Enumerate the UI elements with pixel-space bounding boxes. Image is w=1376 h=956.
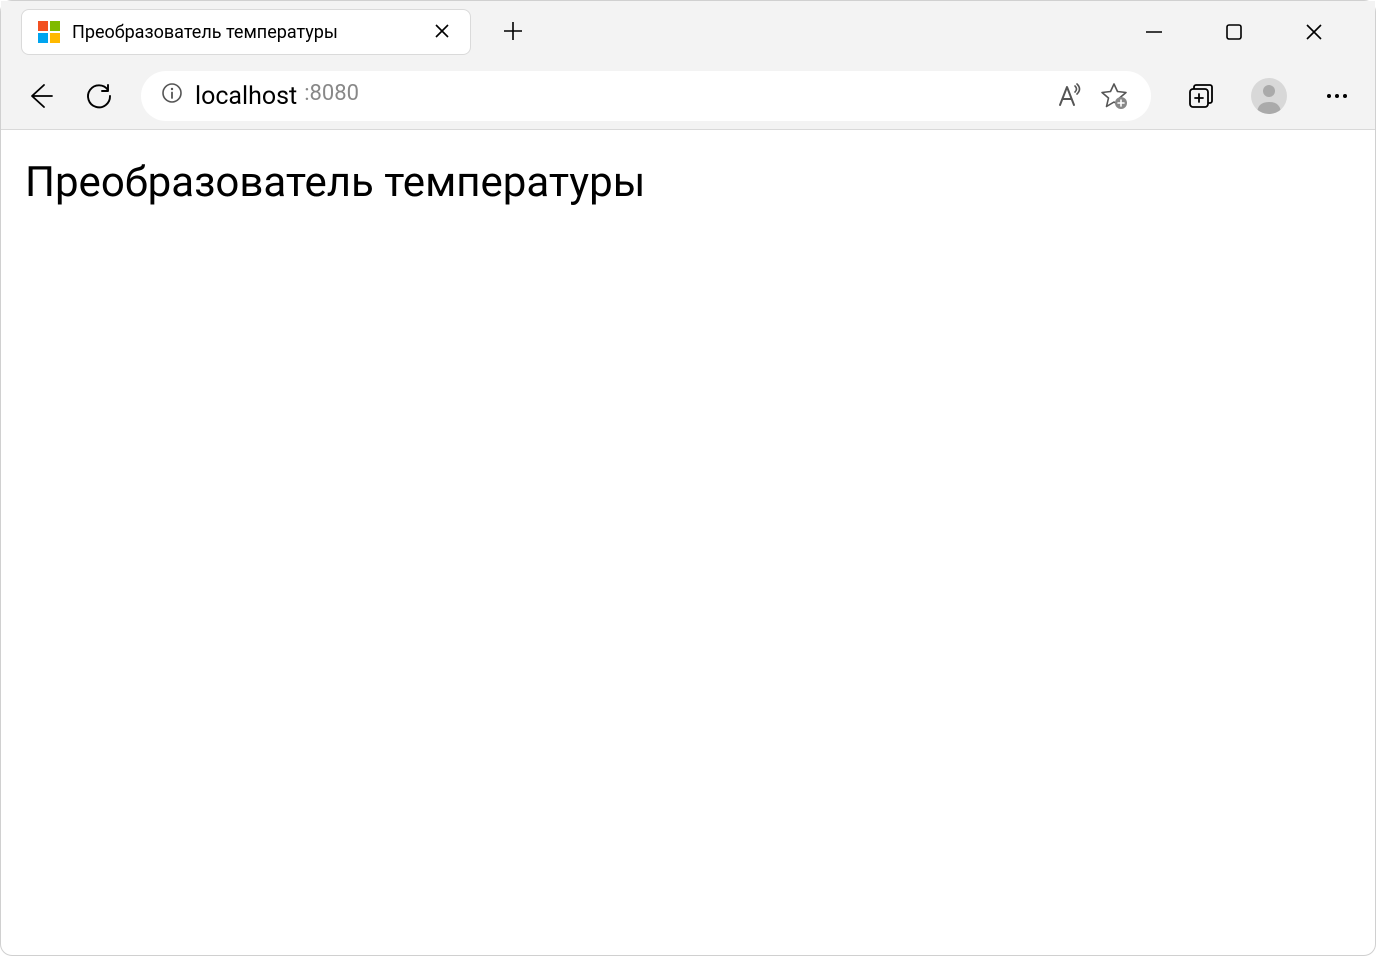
- url-port: :8080: [304, 81, 359, 106]
- maximize-button[interactable]: [1219, 17, 1249, 47]
- favorites-button[interactable]: [1097, 79, 1131, 113]
- tab-bar: Преобразователь температуры: [1, 1, 1375, 63]
- more-options-button[interactable]: [1319, 78, 1355, 114]
- url-host: localhost: [195, 82, 297, 111]
- close-tab-button[interactable]: [430, 20, 454, 45]
- page-heading: Преобразователь температуры: [25, 158, 1351, 207]
- minimize-button[interactable]: [1139, 17, 1169, 47]
- refresh-button[interactable]: [81, 78, 117, 114]
- site-info-icon[interactable]: [161, 82, 183, 110]
- address-bar[interactable]: localhost :8080: [141, 71, 1151, 121]
- page-content: Преобразователь температуры: [1, 130, 1375, 235]
- toolbar-right: [1183, 78, 1355, 114]
- microsoft-favicon-icon: [38, 21, 60, 43]
- window-controls: [1139, 17, 1365, 47]
- read-aloud-button[interactable]: [1051, 79, 1085, 113]
- browser-chrome: Преобразователь температуры: [1, 1, 1375, 130]
- profile-button[interactable]: [1251, 78, 1287, 114]
- back-button[interactable]: [21, 78, 57, 114]
- collections-button[interactable]: [1183, 78, 1219, 114]
- toolbar: localhost :8080: [1, 63, 1375, 129]
- new-tab-button[interactable]: [495, 15, 531, 50]
- tab-title: Преобразователь температуры: [72, 22, 418, 43]
- window-close-button[interactable]: [1299, 17, 1329, 47]
- browser-tab[interactable]: Преобразователь температуры: [21, 9, 471, 55]
